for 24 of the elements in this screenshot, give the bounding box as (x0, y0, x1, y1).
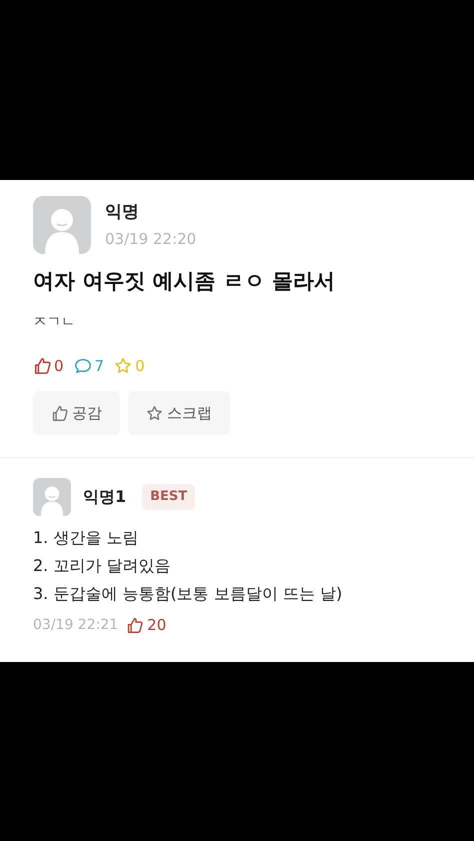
thumbs-up-icon (51, 404, 68, 422)
like-count: 0 (54, 356, 64, 376)
star-icon (146, 404, 163, 422)
comment-line: 1. 생간을 노림 (33, 527, 140, 549)
post-body: ㅈㄱㄴ (33, 312, 76, 332)
best-badge: BEST (142, 484, 196, 510)
avatar-icon (33, 196, 91, 254)
star-icon (114, 356, 132, 375)
scrap-count: 0 (135, 356, 145, 376)
like-count: 20 (147, 615, 166, 636)
avatar-icon (33, 478, 71, 516)
thumbs-up-icon (126, 616, 144, 634)
comment-author: 익명1 (83, 486, 126, 508)
comment-time: 03/19 22:21 (33, 616, 118, 635)
scrap-button[interactable]: 스크랩 (128, 391, 230, 435)
speech-bubble-icon (74, 356, 92, 375)
like-button[interactable]: 공감 (33, 391, 120, 435)
post-title: 여자 여우짓 예시좀 ㄹㅇ 몰라서 (33, 268, 336, 295)
comment-line: 2. 꼬리가 달려있음 (33, 555, 172, 577)
author-name: 익명 (105, 201, 140, 224)
comment-line: 3. 둔갑술에 능통함(보통 보름달이 뜨는 날) (33, 583, 344, 605)
thumbs-up-icon (33, 356, 51, 375)
comment-count: 7 (94, 356, 104, 376)
post-time: 03/19 22:20 (105, 228, 196, 250)
